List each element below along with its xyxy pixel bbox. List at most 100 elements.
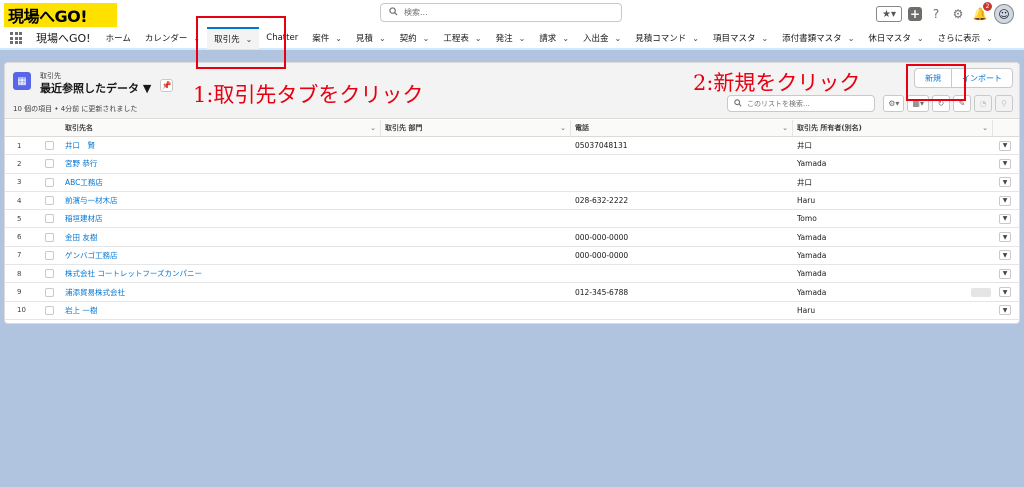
table-row: 10 岩上 一樹 Haru ▼ (5, 302, 1019, 320)
row-checkbox[interactable] (37, 283, 61, 300)
global-search-input[interactable]: 検索... (380, 3, 622, 22)
table-row: 7 ゲンバゴ工務店 000-000-0000 Yamada ▼ (5, 247, 1019, 266)
nav-tab-8[interactable]: 発注 ⌄ (489, 27, 533, 49)
row-checkbox[interactable] (37, 247, 61, 264)
pin-list-icon[interactable]: 📌 (160, 79, 173, 92)
chevron-down-icon[interactable]: ⌄ (986, 34, 993, 43)
nav-tab-0[interactable]: ホーム (99, 27, 138, 49)
list-search-input[interactable]: このリストを検索... (727, 95, 875, 112)
row-number: 4 (17, 196, 22, 205)
list-view-selector[interactable]: 最近参照したデータ ▼ (40, 80, 151, 96)
nav-tab-7[interactable]: 工程表 ⌄ (436, 27, 488, 49)
user-avatar[interactable]: ☺ (994, 4, 1014, 24)
account-name-link[interactable]: 岩上 一樹 (65, 305, 97, 316)
favorites-star-icon[interactable]: ★▾ (876, 6, 902, 22)
chevron-down-icon[interactable]: ⌄ (917, 34, 924, 43)
department-cell (381, 283, 571, 300)
help-icon[interactable]: ? (928, 6, 944, 22)
nav-tab-9[interactable]: 請求 ⌄ (532, 27, 576, 49)
owner-cell: Haru (797, 196, 816, 206)
column-header-owner[interactable]: 取引先 所有者(別名) ⌄ (793, 120, 993, 136)
account-object-icon: ▦ (13, 72, 31, 90)
account-name-link[interactable]: ABC工務店 (65, 177, 103, 188)
column-header-department[interactable]: 取引先 部門 ⌄ (381, 120, 571, 136)
row-actions-chevron-down-icon[interactable]: ▼ (999, 287, 1011, 298)
chevron-down-icon[interactable]: ⌄ (562, 34, 569, 43)
app-launcher-waffle-icon[interactable] (10, 32, 22, 44)
list-settings-gear-icon[interactable]: ⚙▾ (883, 95, 905, 112)
column-header-account-name[interactable]: 取引先名 ⌄ (61, 120, 381, 136)
row-checkbox[interactable] (37, 192, 61, 209)
nav-tab-14[interactable]: 休日マスタ ⌄ (861, 27, 930, 49)
chart-icon: ◔ (974, 95, 992, 112)
row-actions-chevron-down-icon[interactable]: ▼ (999, 232, 1011, 243)
nav-tab-5[interactable]: 見積 ⌄ (349, 27, 393, 49)
row-checkbox[interactable] (37, 137, 61, 154)
row-actions-chevron-down-icon[interactable]: ▼ (999, 177, 1011, 188)
phone-cell: 028-632-2222 (575, 196, 629, 206)
global-actions-plus-icon[interactable]: + (908, 7, 922, 21)
row-actions-chevron-down-icon[interactable]: ▼ (999, 250, 1011, 261)
nav-tab-11[interactable]: 見積コマンド ⌄ (628, 27, 706, 49)
filter-icon: ⚲ (995, 95, 1013, 112)
owner-cell: Haru (797, 305, 816, 315)
account-name-link[interactable]: 前濱与一材木店 (65, 195, 118, 206)
account-name-link[interactable]: 浦添貿易株式会社 (65, 287, 125, 298)
department-cell (381, 174, 571, 191)
app-name: 現場へGO! (36, 32, 91, 45)
row-actions-chevron-down-icon[interactable]: ▼ (999, 213, 1011, 224)
column-header-phone[interactable]: 電話 ⌄ (571, 120, 793, 136)
search-icon (389, 6, 398, 19)
account-name-link[interactable]: 金田 友樹 (65, 232, 97, 243)
chevron-down-icon[interactable]: ⌄ (519, 34, 526, 43)
nav-tab-label: 項目マスタ (712, 34, 756, 44)
row-actions-chevron-down-icon[interactable]: ▼ (999, 305, 1011, 316)
row-checkbox[interactable] (37, 174, 61, 191)
row-checkbox[interactable] (37, 265, 61, 282)
account-name-link[interactable]: ゲンバゴ工務店 (65, 250, 118, 261)
inline-edit-hint (971, 287, 991, 297)
setup-gear-icon[interactable]: ⚙ (950, 6, 966, 22)
nav-tab-label: さらに表示 (937, 34, 981, 44)
phone-cell: 012-345-6788 (575, 287, 629, 297)
owner-cell: 井口 (797, 141, 812, 151)
chevron-down-icon[interactable]: ⌄ (761, 34, 768, 43)
nav-tab-10[interactable]: 入出金 ⌄ (576, 27, 628, 49)
row-checkbox[interactable] (37, 155, 61, 172)
department-cell (381, 210, 571, 227)
phone-cell: 000-000-0000 (575, 250, 629, 260)
phone-cell (571, 155, 793, 172)
notifications-bell-icon[interactable]: 🔔 2 (972, 2, 992, 22)
row-checkbox[interactable] (37, 210, 61, 227)
chevron-down-icon[interactable]: ⌄ (475, 34, 482, 43)
table-row: 1 井口 賢 05037048131 井口 ▼ (5, 137, 1019, 156)
chevron-down-icon[interactable]: ⌄ (848, 34, 855, 43)
nav-tab-13[interactable]: 添付書類マスタ ⌄ (775, 27, 861, 49)
app-logo[interactable]: 現場へGO! (4, 3, 117, 27)
account-name-link[interactable]: 株式会社 コートレットフーズカンパニー (65, 268, 202, 279)
account-name-link[interactable]: 稲垣建材店 (65, 213, 103, 224)
owner-cell: Yamada (797, 232, 827, 242)
nav-tab-12[interactable]: 項目マスタ ⌄ (706, 27, 775, 49)
row-actions-chevron-down-icon[interactable]: ▼ (999, 140, 1011, 151)
table-row: 6 金田 友樹 000-000-0000 Yamada ▼ (5, 228, 1019, 247)
account-name-link[interactable]: 井口 賢 (65, 140, 95, 151)
row-actions-chevron-down-icon[interactable]: ▼ (999, 195, 1011, 206)
account-name-link[interactable]: 宮野 恭行 (65, 158, 97, 169)
chevron-down-icon[interactable]: ⌄ (615, 34, 622, 43)
nav-tab-label: 入出金 (583, 34, 609, 44)
nav-tab-6[interactable]: 契約 ⌄ (393, 27, 437, 49)
row-actions-chevron-down-icon[interactable]: ▼ (999, 158, 1011, 169)
nav-tab-label: 見積コマンド (635, 34, 687, 44)
nav-tab-15[interactable]: さらに表示 ⌄ (931, 27, 1000, 49)
accounts-table: 取引先名 ⌄ 取引先 部門 ⌄ 電話 ⌄ 取引先 所有者(別名) ⌄ 1 井口 賢 0503… (5, 120, 1019, 320)
owner-cell: Yamada (797, 159, 827, 169)
chevron-down-icon[interactable]: ⌄ (379, 34, 386, 43)
row-actions-chevron-down-icon[interactable]: ▼ (999, 268, 1011, 279)
chevron-down-icon[interactable]: ⌄ (423, 34, 430, 43)
nav-tab-4[interactable]: 案件 ⌄ (305, 27, 349, 49)
chevron-down-icon[interactable]: ⌄ (335, 34, 342, 43)
chevron-down-icon[interactable]: ⌄ (692, 34, 699, 43)
row-checkbox[interactable] (37, 302, 61, 319)
row-checkbox[interactable] (37, 228, 61, 245)
